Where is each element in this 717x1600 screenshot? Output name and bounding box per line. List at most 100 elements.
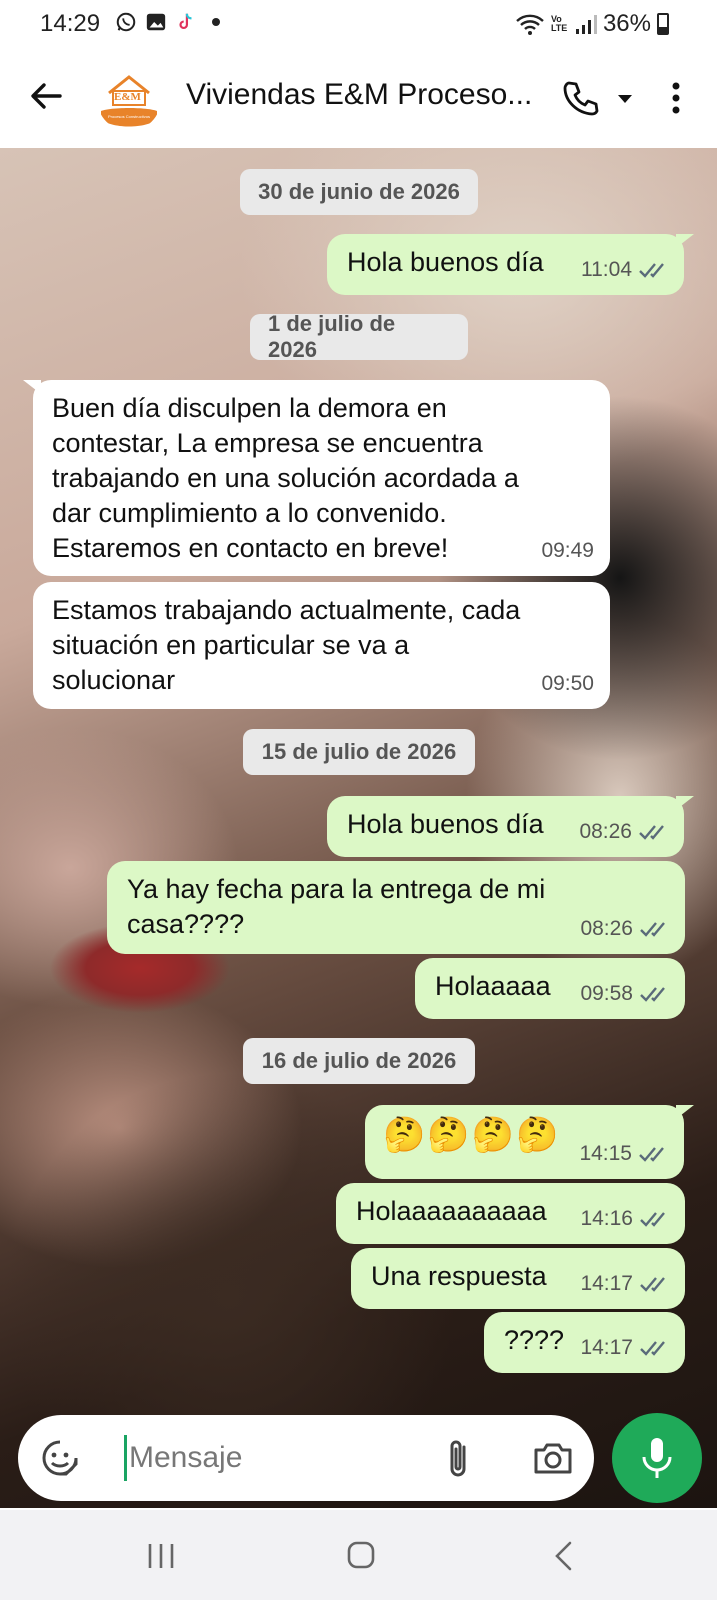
message-time: 14:16	[580, 1207, 633, 1230]
camera-icon	[534, 1443, 572, 1474]
chat-header: E&M Procesos Constructivos Viviendas E&M…	[0, 50, 717, 148]
whatsapp-icon	[114, 10, 138, 34]
recent-apps-button[interactable]	[146, 1542, 176, 1570]
gallery-icon	[144, 10, 168, 34]
wifi-icon	[516, 14, 544, 35]
call-options-dropdown[interactable]	[613, 86, 637, 110]
nav-back-button[interactable]	[552, 1540, 574, 1572]
camera-button[interactable]	[532, 1437, 574, 1479]
message-input[interactable]	[124, 1435, 424, 1481]
date-separator: 16 de julio de 2026	[243, 1038, 475, 1084]
message-time: 09:58	[580, 982, 633, 1005]
dot-icon	[204, 10, 228, 34]
avatar-logo-text: E&M	[114, 91, 141, 103]
microphone-icon	[642, 1438, 672, 1478]
message-time: 11:04	[581, 258, 632, 281]
message-meta: 09:49	[541, 533, 594, 568]
battery-icon	[657, 13, 669, 35]
date-separator: 30 de junio de 2026	[240, 169, 478, 215]
home-button[interactable]	[346, 1540, 376, 1570]
message-meta: 14:17	[580, 1266, 669, 1301]
paperclip-icon	[450, 1440, 466, 1477]
tiktok-icon	[174, 10, 198, 34]
message-text: Estamos trabajando actualmente, cada sit…	[52, 595, 521, 695]
attach-button[interactable]	[442, 1437, 476, 1481]
voice-call-button[interactable]	[560, 78, 600, 118]
contact-name[interactable]: Viviendas E&M Proceso...	[186, 78, 546, 112]
double-check-icon	[639, 824, 664, 840]
message-text: Holaaaaa	[435, 971, 551, 1001]
message-time: 09:50	[541, 672, 594, 695]
bubble-tail	[23, 380, 41, 394]
message-meta: 09:58	[580, 976, 669, 1011]
message-text: Holaaaaaaaaaa	[356, 1196, 547, 1226]
message-incoming[interactable]: Buen día disculpen la demora en contesta…	[23, 380, 610, 576]
message-meta: 14:15	[579, 1136, 668, 1171]
arrow-left-icon	[31, 83, 62, 109]
message-meta: 11:04	[581, 252, 668, 287]
notification-icons	[114, 10, 228, 34]
sticker-smile-icon	[42, 1440, 78, 1476]
back-button[interactable]	[26, 76, 66, 116]
message-time: 09:49	[541, 539, 594, 562]
message-meta: 14:17	[580, 1330, 669, 1365]
system-status: Vo LTE 36%	[515, 10, 669, 38]
chevron-left-icon	[555, 1541, 572, 1571]
message-composer	[18, 1415, 594, 1501]
battery-percent: 36%	[602, 10, 651, 37]
bubble-tail	[676, 796, 694, 810]
bubble-tail	[676, 1105, 694, 1119]
message-meta: 08:26	[580, 911, 669, 946]
message-outgoing[interactable]: Una respuesta 14:17	[351, 1248, 685, 1309]
message-outgoing[interactable]: Ya hay fecha para la entrega de mi casa?…	[107, 861, 685, 954]
message-time: 14:17	[580, 1272, 633, 1295]
chat-area[interactable]: 30 de junio de 2026 Hola buenos día 11:0…	[0, 148, 717, 1508]
message-text: Buen día disculpen la demora en contesta…	[52, 393, 519, 563]
message-text: Una respuesta	[371, 1261, 547, 1291]
message-time: 14:17	[580, 1336, 633, 1359]
message-meta: 08:26	[579, 814, 668, 849]
double-check-icon	[640, 1211, 665, 1227]
message-text: Hola buenos día	[347, 809, 544, 839]
message-time: 14:15	[579, 1142, 632, 1165]
system-nav-bar	[0, 1510, 717, 1600]
voice-message-button[interactable]	[612, 1413, 702, 1503]
sticker-button[interactable]	[40, 1438, 80, 1478]
recent-apps-icon	[148, 1544, 174, 1568]
message-time: 08:26	[579, 820, 632, 843]
avatar[interactable]: E&M Procesos Constructivos	[97, 67, 161, 131]
date-separator: 15 de julio de 2026	[243, 729, 475, 775]
message-outgoing[interactable]: 🤔🤔🤔🤔 14:15	[365, 1105, 694, 1179]
message-text: 🤔🤔🤔🤔	[383, 1116, 561, 1154]
status-time: 14:29	[40, 10, 101, 37]
double-check-icon	[640, 1276, 665, 1292]
message-outgoing[interactable]: Holaaaaa 09:58	[415, 958, 685, 1019]
message-outgoing[interactable]: Hola buenos día 08:26	[327, 796, 694, 857]
message-time: 08:26	[580, 917, 633, 940]
double-check-icon	[640, 986, 665, 1002]
message-outgoing[interactable]: Hola buenos día 11:04	[327, 234, 694, 295]
status-bar: 14:29 Vo LTE 36%	[0, 0, 717, 50]
message-incoming[interactable]: Estamos trabajando actualmente, cada sit…	[33, 582, 610, 709]
signal-icon	[575, 15, 597, 34]
message-meta: 09:50	[541, 666, 594, 701]
caret-down-icon	[618, 95, 632, 103]
date-separator: 1 de julio de 2026	[250, 311, 468, 362]
message-outgoing[interactable]: ???? 14:17	[484, 1312, 685, 1373]
double-check-icon	[640, 1340, 665, 1356]
phone-icon	[563, 81, 599, 116]
message-meta: 14:16	[580, 1201, 669, 1236]
message-text: Hola buenos día	[347, 247, 544, 277]
double-check-icon	[640, 921, 665, 937]
message-text: Ya hay fecha para la entrega de mi casa?…	[127, 874, 546, 939]
more-vert-icon	[672, 82, 680, 114]
more-options-button[interactable]	[664, 78, 688, 118]
message-outgoing[interactable]: Holaaaaaaaaaa 14:16	[336, 1183, 685, 1244]
volte-icon: Vo LTE	[550, 14, 568, 33]
double-check-icon	[639, 262, 664, 278]
message-text: ????	[504, 1325, 565, 1355]
double-check-icon	[639, 1146, 664, 1162]
home-icon	[347, 1541, 375, 1569]
bubble-tail	[676, 234, 694, 248]
avatar-caption: Procesos Constructivos	[107, 114, 150, 119]
